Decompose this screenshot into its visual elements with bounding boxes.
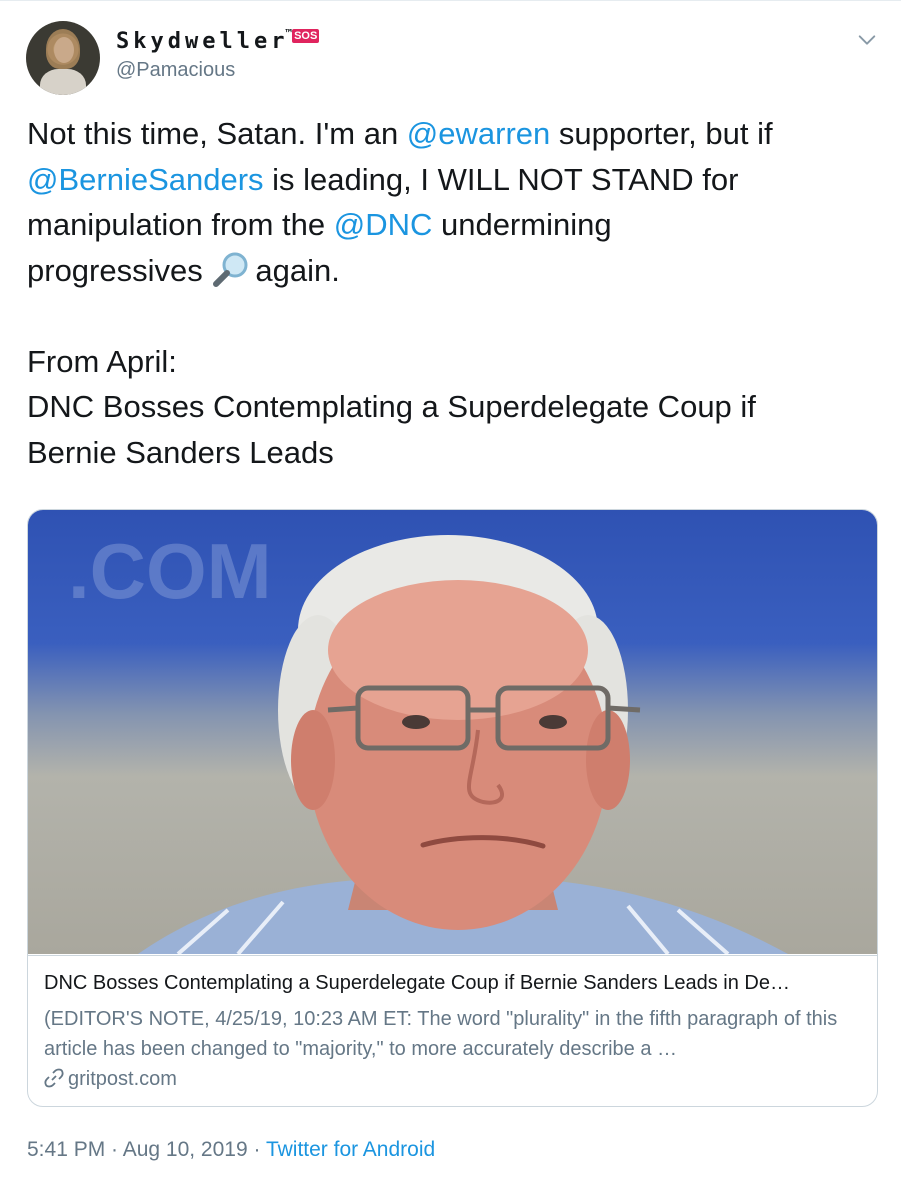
magnifying-glass-icon xyxy=(213,252,248,287)
tweet-text-part: Not this time, Satan. I'm an xyxy=(27,116,407,151)
tweet-text-part: supporter, but if xyxy=(558,116,773,151)
card-info[interactable]: DNC Bosses Contemplating a Superdelegate… xyxy=(28,955,877,1106)
mention-ewarren[interactable]: @ewarren xyxy=(407,116,550,151)
display-name[interactable]: Skydweller™ SOS xyxy=(116,27,320,54)
mention-dnc[interactable]: @DNC xyxy=(334,207,433,242)
link-card[interactable]: .COM DNC Bosses Contemplating a Superdel… xyxy=(27,509,878,1107)
link-icon xyxy=(44,1068,64,1088)
display-name-text: Skydweller xyxy=(116,29,289,54)
trademark-symbol: ™ xyxy=(285,27,293,40)
card-domain[interactable]: gritpost.com xyxy=(44,1068,177,1091)
timestamp[interactable]: 5:41 PM · Aug 10, 2019 · xyxy=(27,1138,266,1161)
sos-badge: SOS xyxy=(292,29,320,43)
card-title[interactable]: DNC Bosses Contemplating a Superdelegate… xyxy=(44,972,864,995)
user-handle[interactable]: @Pamacious xyxy=(116,59,235,82)
avatar[interactable] xyxy=(26,21,100,95)
tweet: Skydweller™ SOS @Pamacious Not this time,… xyxy=(0,0,901,1188)
tweet-source[interactable]: Twitter for Android xyxy=(266,1138,435,1161)
mention-berniesanders[interactable]: @BernieSanders xyxy=(27,162,264,197)
tweet-footer: 5:41 PM · Aug 10, 2019 · Twitter for And… xyxy=(27,1138,435,1162)
card-image: .COM xyxy=(28,510,877,954)
card-image-watermark: .COM xyxy=(68,527,272,615)
card-domain-text: gritpost.com xyxy=(68,1068,177,1090)
card-description: (EDITOR'S NOTE, 4/25/19, 10:23 AM ET: Th… xyxy=(44,1008,838,1060)
tweet-text: Not this time, Satan. I'm an @ewarren su… xyxy=(27,111,872,475)
chevron-down-icon[interactable] xyxy=(856,29,878,51)
